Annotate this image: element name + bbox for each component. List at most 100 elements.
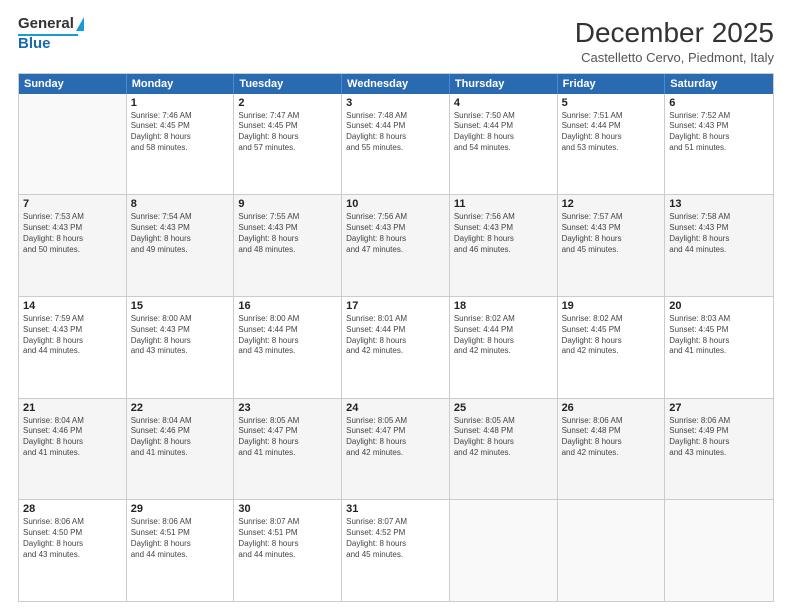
page: General Blue December 2025 Castelletto C… <box>0 0 792 612</box>
cell-line: Sunrise: 7:58 AM <box>669 212 769 223</box>
cell-line: Daylight: 8 hours <box>669 132 769 143</box>
cell-line: Daylight: 8 hours <box>346 132 445 143</box>
day-number: 23 <box>238 402 337 414</box>
cell-line: and 41 minutes. <box>669 346 769 357</box>
cell-line: Sunset: 4:47 PM <box>238 426 337 437</box>
day-number: 19 <box>562 300 661 312</box>
cal-cell-3-4: 25Sunrise: 8:05 AMSunset: 4:48 PMDayligh… <box>450 399 558 500</box>
cell-line: Sunrise: 8:02 AM <box>562 314 661 325</box>
cell-line: and 45 minutes. <box>346 550 445 561</box>
header-tuesday: Tuesday <box>234 74 342 94</box>
header: General Blue December 2025 Castelletto C… <box>18 16 774 65</box>
day-number: 17 <box>346 300 445 312</box>
day-number: 27 <box>669 402 769 414</box>
day-number: 26 <box>562 402 661 414</box>
day-number: 6 <box>669 97 769 109</box>
cell-line: Sunrise: 8:07 AM <box>346 517 445 528</box>
cal-row-0: 1Sunrise: 7:46 AMSunset: 4:45 PMDaylight… <box>19 94 773 196</box>
cell-line: and 42 minutes. <box>454 448 553 459</box>
cell-line: Daylight: 8 hours <box>562 234 661 245</box>
cal-cell-4-4 <box>450 500 558 601</box>
header-thursday: Thursday <box>450 74 558 94</box>
logo-triangle-icon <box>76 17 84 31</box>
day-number: 7 <box>23 198 122 210</box>
cal-cell-1-1: 8Sunrise: 7:54 AMSunset: 4:43 PMDaylight… <box>127 195 235 296</box>
cell-line: Sunrise: 8:06 AM <box>23 517 122 528</box>
cal-cell-4-3: 31Sunrise: 8:07 AMSunset: 4:52 PMDayligh… <box>342 500 450 601</box>
day-number: 5 <box>562 97 661 109</box>
cell-line: Sunrise: 8:06 AM <box>131 517 230 528</box>
cal-cell-0-0 <box>19 94 127 195</box>
cell-line: Daylight: 8 hours <box>562 336 661 347</box>
cell-line: Sunrise: 8:01 AM <box>346 314 445 325</box>
cell-line: Sunset: 4:51 PM <box>238 528 337 539</box>
cell-line: Sunset: 4:51 PM <box>131 528 230 539</box>
cal-cell-3-3: 24Sunrise: 8:05 AMSunset: 4:47 PMDayligh… <box>342 399 450 500</box>
cell-line: Sunrise: 7:51 AM <box>562 111 661 122</box>
day-number: 22 <box>131 402 230 414</box>
day-number: 20 <box>669 300 769 312</box>
cell-line: and 43 minutes. <box>131 346 230 357</box>
cal-cell-3-0: 21Sunrise: 8:04 AMSunset: 4:46 PMDayligh… <box>19 399 127 500</box>
cell-line: Daylight: 8 hours <box>454 437 553 448</box>
title-block: December 2025 Castelletto Cervo, Piedmon… <box>575 16 774 65</box>
calendar: Sunday Monday Tuesday Wednesday Thursday… <box>18 73 774 602</box>
cell-line: Sunrise: 8:07 AM <box>238 517 337 528</box>
cell-line: Daylight: 8 hours <box>238 132 337 143</box>
cell-line: Daylight: 8 hours <box>23 539 122 550</box>
cell-line: Sunset: 4:46 PM <box>23 426 122 437</box>
header-friday: Friday <box>558 74 666 94</box>
cell-line: Sunrise: 7:56 AM <box>454 212 553 223</box>
cell-line: Sunrise: 8:05 AM <box>454 416 553 427</box>
cell-line: Daylight: 8 hours <box>238 336 337 347</box>
cell-line: Sunset: 4:44 PM <box>238 325 337 336</box>
day-number: 3 <box>346 97 445 109</box>
cell-line: and 49 minutes. <box>131 245 230 256</box>
cell-line: Daylight: 8 hours <box>131 437 230 448</box>
cell-line: Sunrise: 8:02 AM <box>454 314 553 325</box>
cell-line: and 53 minutes. <box>562 143 661 154</box>
cell-line: Sunset: 4:43 PM <box>131 325 230 336</box>
day-number: 31 <box>346 503 445 515</box>
subtitle: Castelletto Cervo, Piedmont, Italy <box>575 50 774 65</box>
cal-cell-4-0: 28Sunrise: 8:06 AMSunset: 4:50 PMDayligh… <box>19 500 127 601</box>
cell-line: Sunrise: 7:50 AM <box>454 111 553 122</box>
cal-cell-1-3: 10Sunrise: 7:56 AMSunset: 4:43 PMDayligh… <box>342 195 450 296</box>
cell-line: and 42 minutes. <box>346 346 445 357</box>
cal-cell-2-2: 16Sunrise: 8:00 AMSunset: 4:44 PMDayligh… <box>234 297 342 398</box>
calendar-body: 1Sunrise: 7:46 AMSunset: 4:45 PMDaylight… <box>19 94 773 601</box>
cell-line: Sunrise: 7:53 AM <box>23 212 122 223</box>
cell-line: and 57 minutes. <box>238 143 337 154</box>
cal-row-2: 14Sunrise: 7:59 AMSunset: 4:43 PMDayligh… <box>19 297 773 399</box>
cal-cell-3-1: 22Sunrise: 8:04 AMSunset: 4:46 PMDayligh… <box>127 399 235 500</box>
day-number: 8 <box>131 198 230 210</box>
cal-cell-1-5: 12Sunrise: 7:57 AMSunset: 4:43 PMDayligh… <box>558 195 666 296</box>
day-number: 4 <box>454 97 553 109</box>
cell-line: Sunrise: 7:57 AM <box>562 212 661 223</box>
day-number: 21 <box>23 402 122 414</box>
cell-line: Sunrise: 7:59 AM <box>23 314 122 325</box>
cell-line: Daylight: 8 hours <box>346 234 445 245</box>
cell-line: Daylight: 8 hours <box>562 437 661 448</box>
cell-line: Daylight: 8 hours <box>669 234 769 245</box>
cell-line: and 45 minutes. <box>562 245 661 256</box>
cell-line: Sunset: 4:49 PM <box>669 426 769 437</box>
cal-cell-0-5: 5Sunrise: 7:51 AMSunset: 4:44 PMDaylight… <box>558 94 666 195</box>
cell-line: Daylight: 8 hours <box>23 234 122 245</box>
cell-line: Daylight: 8 hours <box>131 132 230 143</box>
day-number: 9 <box>238 198 337 210</box>
cell-line: Sunset: 4:43 PM <box>562 223 661 234</box>
cell-line: and 51 minutes. <box>669 143 769 154</box>
cell-line: Sunset: 4:44 PM <box>454 325 553 336</box>
cell-line: Daylight: 8 hours <box>23 437 122 448</box>
cell-line: Daylight: 8 hours <box>131 234 230 245</box>
cal-row-1: 7Sunrise: 7:53 AMSunset: 4:43 PMDaylight… <box>19 195 773 297</box>
day-number: 29 <box>131 503 230 515</box>
cell-line: Sunrise: 7:47 AM <box>238 111 337 122</box>
cell-line: Sunrise: 8:05 AM <box>346 416 445 427</box>
cell-line: Sunset: 4:43 PM <box>669 121 769 132</box>
cal-cell-3-5: 26Sunrise: 8:06 AMSunset: 4:48 PMDayligh… <box>558 399 666 500</box>
cell-line: and 41 minutes. <box>23 448 122 459</box>
day-number: 11 <box>454 198 553 210</box>
cell-line: Daylight: 8 hours <box>238 437 337 448</box>
